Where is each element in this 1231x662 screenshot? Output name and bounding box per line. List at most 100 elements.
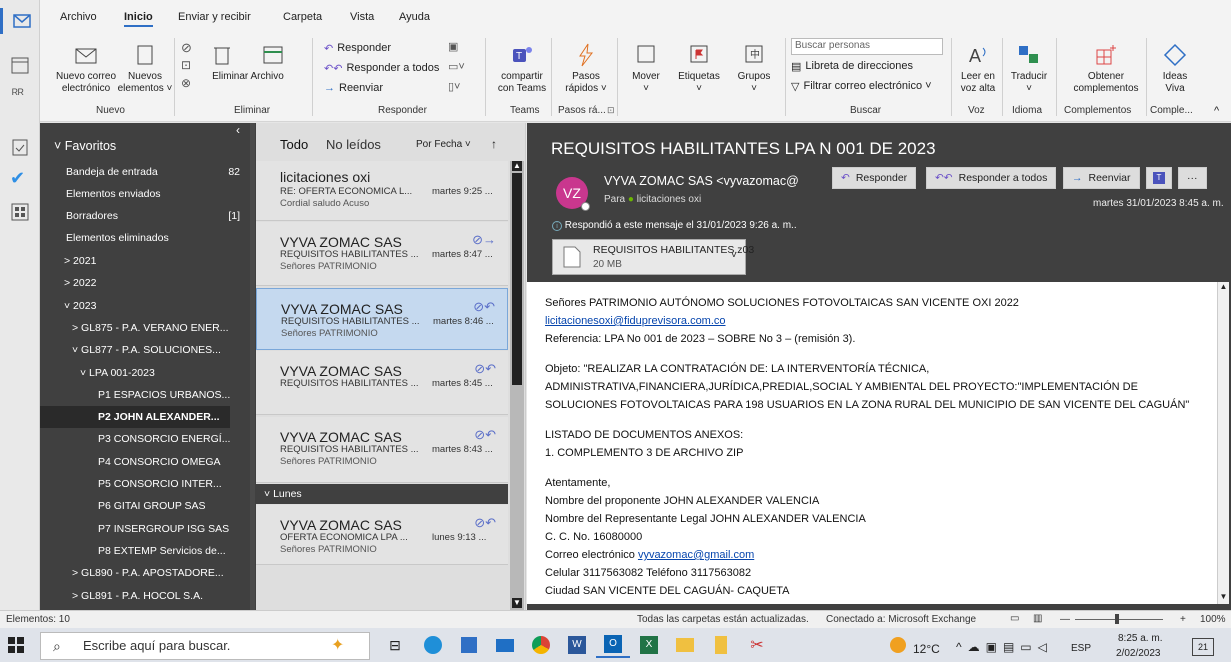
taskbar-search[interactable]: ⌕ Escribe aquí para buscar. ✦ (40, 632, 370, 660)
normal-view-icon[interactable]: ▭ (1010, 613, 1019, 624)
todo-check-icon[interactable]: ✔ (10, 168, 25, 189)
correo-link[interactable]: vyvazomac@gmail.com (638, 549, 754, 561)
mail-icon[interactable] (0, 8, 40, 34)
zoom-thumb[interactable] (1115, 614, 1119, 624)
forward-reading-button[interactable]: → Reenviar (1063, 167, 1140, 189)
reply-all-button[interactable]: ↶↶ Responder a todos (324, 58, 439, 78)
folder-item[interactable]: ˅ LPA 001-2023 (40, 362, 256, 384)
tab-no-leidos[interactable]: No leídos (326, 137, 381, 152)
reply-reading-button[interactable]: ↶ Responder (832, 167, 917, 189)
body-scroll-down-icon[interactable]: ▼ (1218, 592, 1229, 601)
menu-carpeta[interactable]: Carpeta (283, 11, 322, 23)
folder-item[interactable]: P8 EXTEMP Servicios de... (40, 540, 256, 562)
attachment-menu-icon[interactable]: ˅ (731, 250, 737, 261)
more-actions-button[interactable]: ··· (1178, 167, 1207, 189)
message-item[interactable]: licitaciones oxi RE: OFERTA ECONOMICA L..… (256, 161, 508, 221)
message-item[interactable]: VYVA ZOMAC SAS ⊘↶ OFERTA ECONOMICA LPA ...… (256, 505, 508, 565)
ignore-icon[interactable]: ⊘ (181, 40, 192, 56)
quick-steps-button[interactable]: Pasos rápidos ˅ (560, 42, 612, 95)
chrome-icon[interactable] (524, 632, 558, 658)
explorer-icon[interactable] (668, 632, 702, 658)
excel-icon[interactable]: X (632, 632, 666, 658)
viva-ideas-button[interactable]: Ideas Viva (1152, 42, 1198, 95)
folder-item[interactable]: > 2021 (40, 250, 256, 272)
more-respond-icon[interactable]: ▯˅ (448, 80, 460, 93)
address-book-button[interactable]: ▤ Libreta de direcciones (791, 56, 913, 76)
folder-item[interactable]: P6 GITAI GROUP SAS (40, 495, 256, 517)
group-header-lunes[interactable]: ˅ Lunes (256, 484, 508, 504)
temperature[interactable]: 12°C (913, 642, 940, 656)
message-item[interactable]: VYVA ZOMAC SAS ⊘↶ REQUISITOS HABILITANTES … (256, 351, 508, 415)
menu-ayuda[interactable]: Ayuda (399, 11, 430, 23)
edge-icon[interactable] (416, 632, 450, 658)
folder-item[interactable]: > GL875 - P.A. VERANO ENER... (40, 317, 256, 339)
favorite-item[interactable]: Bandeja de entrada 82 (40, 161, 256, 183)
body-scroll-up-icon[interactable]: ▲ (1218, 282, 1229, 291)
clean-icon[interactable]: ⊡ (181, 58, 191, 72)
forward-button[interactable]: → Reenviar (324, 78, 383, 98)
favorite-item[interactable]: Elementos enviados (40, 183, 256, 205)
folder-item[interactable]: ˅ 2023 (40, 295, 256, 317)
share-teams-button[interactable]: T compartir con Teams (494, 42, 550, 95)
folder-item[interactable]: P1 ESPACIOS URBANOS... (40, 384, 256, 406)
zoom-level[interactable]: 100% (1200, 614, 1226, 625)
move-button[interactable]: Mover ˅ (626, 42, 666, 95)
zoom-out-button[interactable]: — (1060, 614, 1070, 625)
folder-item[interactable]: P2 JOHN ALEXANDER... (40, 406, 230, 429)
notification-center-icon[interactable]: 21 (1192, 638, 1214, 656)
folder-item[interactable]: P7 INSERGROUP ISG SAS (40, 518, 256, 540)
body-scrollbar[interactable]: ▲ ▼ (1217, 282, 1229, 604)
groups-button[interactable]: 中 Grupos ˅ (734, 42, 774, 95)
attachment[interactable]: REQUISITOS HABILITANTES.z03 20 MB ˅ (552, 239, 754, 275)
menu-inicio[interactable]: Inicio (124, 11, 153, 27)
new-email-button[interactable]: Nuevo correo electrónico (54, 42, 118, 95)
sender[interactable]: VYVA ZOMAC SAS <vyvazomac@ (604, 174, 799, 188)
favorite-item[interactable]: Elementos eliminados (40, 227, 256, 249)
new-items-button[interactable]: Nuevos elementos ˅ (118, 42, 172, 95)
reading-view-icon[interactable]: ▥ (1033, 613, 1042, 624)
favorite-item[interactable]: Borradores [1] (40, 205, 256, 227)
reply-button[interactable]: ↶ Responder (324, 38, 391, 58)
folder-item[interactable]: > 2022 (40, 272, 256, 294)
tasks-icon[interactable] (12, 138, 28, 159)
get-addins-button[interactable]: Obtener complementos (1070, 42, 1142, 95)
collapse-pane-icon[interactable]: ‹ (236, 123, 240, 137)
translate-button[interactable]: Traducir ˅ (1006, 42, 1052, 95)
outlook-icon[interactable]: O (596, 632, 630, 658)
scroll-thumb[interactable] (512, 173, 522, 385)
im-icon[interactable]: ▭˅ (448, 60, 465, 73)
reply-all-reading-button[interactable]: ↶↶ Responder a todos (926, 167, 1057, 189)
word-icon[interactable]: W (560, 632, 594, 658)
folder-item[interactable]: > GL891 - P.A. HOCOL S.A. (40, 585, 256, 607)
dialog-launcher-icon[interactable]: ⊡ (607, 105, 615, 116)
menu-enviar-recibir[interactable]: Enviar y recibir (178, 11, 251, 23)
people-icon[interactable]: ᴿᴿ (12, 86, 24, 101)
task-view-icon[interactable]: ⊟ (378, 632, 412, 658)
message-item[interactable]: VYVA ZOMAC SAS ⊘↶ REQUISITOS HABILITANTES … (256, 417, 508, 483)
tab-todo[interactable]: Todo (280, 137, 308, 152)
clock-time[interactable]: 8:25 a. m. (1118, 633, 1162, 644)
sort-direction-icon[interactable]: ↑ (491, 137, 497, 151)
clock-date[interactable]: 2/02/2023 (1116, 648, 1161, 659)
sort-by-date[interactable]: Por Fecha ˅ (416, 139, 471, 150)
zoom-in-button[interactable]: + (1180, 614, 1186, 625)
folder-item[interactable]: ˅ GL877 - P.A. SOLUCIONES... (40, 339, 256, 361)
meeting-icon[interactable]: ▣ (448, 40, 458, 53)
app-icon[interactable]: ✂ (740, 632, 774, 658)
input-language[interactable]: ESP (1071, 643, 1091, 654)
list-scrollbar[interactable]: ▲ ▼ (510, 161, 524, 610)
archive-button[interactable]: Eliminar Archivo (208, 42, 288, 83)
collapse-ribbon-icon[interactable]: ^ (1214, 105, 1219, 117)
junk-icon[interactable]: ⊗ (181, 76, 191, 90)
folder-scrollbar[interactable] (250, 123, 255, 610)
scroll-down-icon[interactable]: ▼ (512, 598, 522, 608)
folder-item[interactable]: P4 CONSORCIO OMEGA (40, 451, 256, 473)
folder-item[interactable]: > GL890 - P.A. APOSTADORE... (40, 562, 256, 584)
message-item[interactable]: VYVA ZOMAC SAS ⊘↶ REQUISITOS HABILITANTES … (256, 288, 508, 350)
filter-email-button[interactable]: ▽ Filtrar correo electrónico ˅ (791, 76, 932, 96)
notes-icon[interactable] (704, 632, 738, 658)
menu-vista[interactable]: Vista (350, 11, 374, 23)
start-button[interactable] (0, 632, 32, 658)
calendar-icon[interactable] (11, 56, 29, 77)
read-aloud-button[interactable]: A Leer en voz alta (955, 42, 1001, 95)
